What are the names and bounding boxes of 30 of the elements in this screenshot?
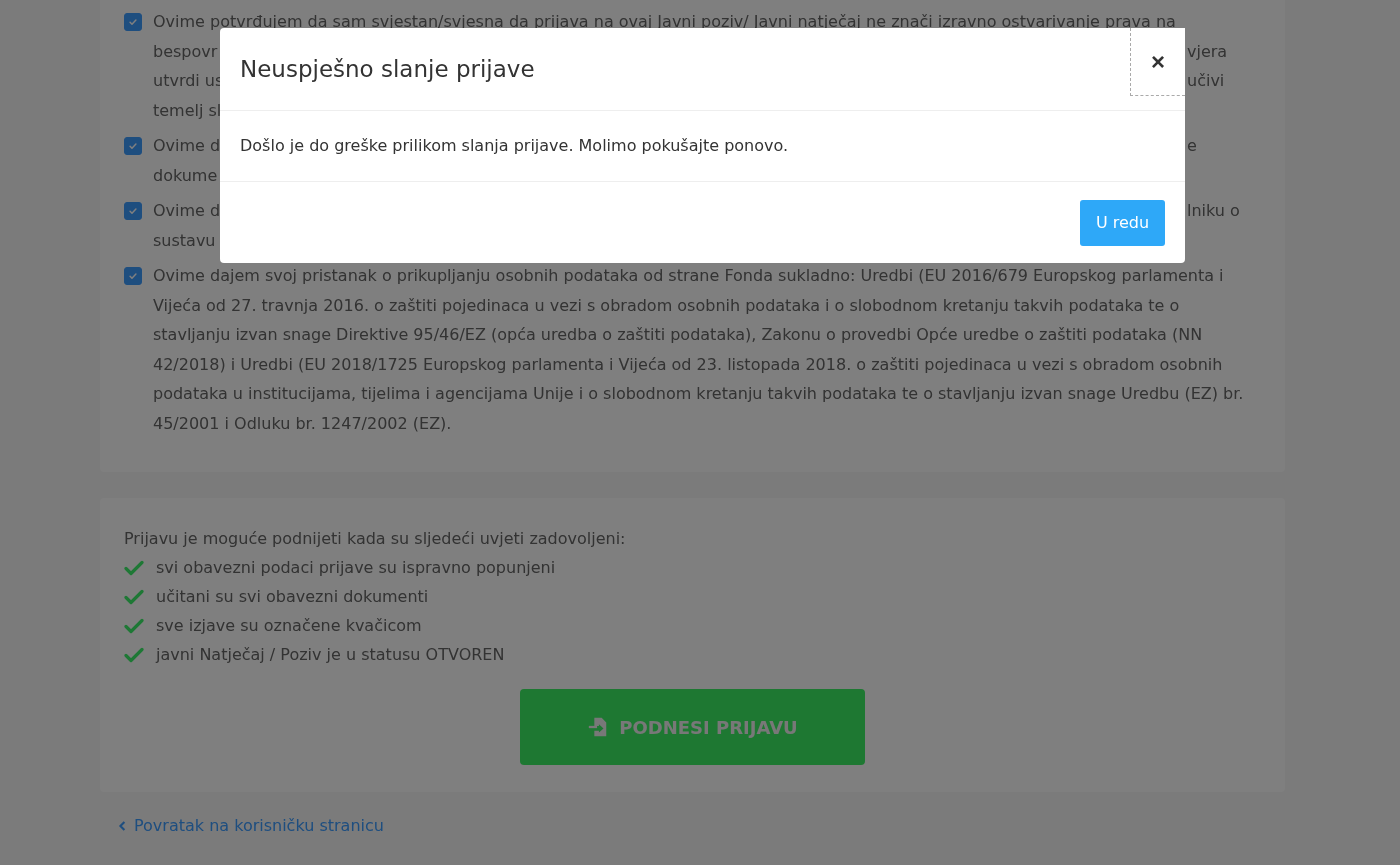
declaration-text: bespovr — [153, 41, 218, 61]
checkbox[interactable] — [124, 267, 142, 285]
chevron-left-icon — [118, 819, 126, 832]
declaration-text: Ovime dajem svoj pristanak o prikupljanju osobnih podataka od strane Fonda sukladno: Uredbi (EU 2016/679 Europskog parlamenta i Vijeća od 27. travnja 2016. o zaštiti pojedinaca u vezi s obradom osobnih podataka i o slobodnom kretanju takvih podataka te o stavljanju izvan snage Direktive 95/46/EZ (opća uredba o zaštiti podataka), Zakonu o provedbi Opće uredbe o zaštiti podataka (NN 42/2018) i Uredbi (EU 2018/1725 Europskog parlamenta i Vijeća od 23. listopada 2018. o zaštiti pojedinaca u vezi s obradom osobnih podataka u institucijama, tijelima i agencijama Unije i o slobodnom kretanju takvih podataka te o stavljanju izvan snage Uredbu (EZ) br. 45/2001 i Odluku br. 1247/2002 (EZ). — [153, 265, 1245, 435]
conditions-intro: Prijavu je moguće podnijeti kada su sljedeći uvjeti zadovoljeni: — [124, 528, 627, 550]
declaration-text: Ovime d — [153, 136, 221, 156]
condition-text: učitani su svi obavezni dokumenti — [156, 587, 429, 606]
condition-text: sve izjave su označene kvačicom — [156, 616, 422, 635]
declaration-text: sustavu — [153, 230, 216, 250]
checkbox[interactable] — [124, 13, 142, 31]
declaration-text: učivi — [1187, 71, 1226, 91]
declaration-text: lniku o — [1187, 201, 1241, 221]
checkbox[interactable] — [124, 137, 142, 155]
checkmark-icon — [128, 17, 138, 27]
checkbox[interactable] — [124, 202, 142, 220]
back-link[interactable]: Povratak na korisničku stranicu — [118, 816, 1400, 835]
declaration-text: Ovime d — [153, 201, 221, 221]
ok-button[interactable]: U redu — [1080, 199, 1165, 246]
dialog-title: Neuspješno slanje prijave — [240, 56, 536, 82]
dialog-message: Došlo je do greške prilikom slanja prijave. Molimo pokušajte ponovo. — [220, 111, 1185, 182]
condition-text: svi obavezni podaci prijave su ispravno popunjeni — [156, 558, 556, 577]
declaration-text: dokume — [153, 165, 218, 185]
close-button[interactable]: × — [1130, 28, 1185, 96]
checkmark-icon — [128, 141, 138, 151]
declaration-text: temelj sl — [153, 100, 222, 120]
condition-text: javni Natječaj / Poziv je u statusu OTVOREN — [156, 645, 505, 664]
checkmark-icon — [128, 271, 138, 281]
declaration-text: vjera — [1187, 41, 1229, 61]
checkmark-icon — [128, 206, 138, 216]
declaration-text: e — [1187, 136, 1198, 156]
